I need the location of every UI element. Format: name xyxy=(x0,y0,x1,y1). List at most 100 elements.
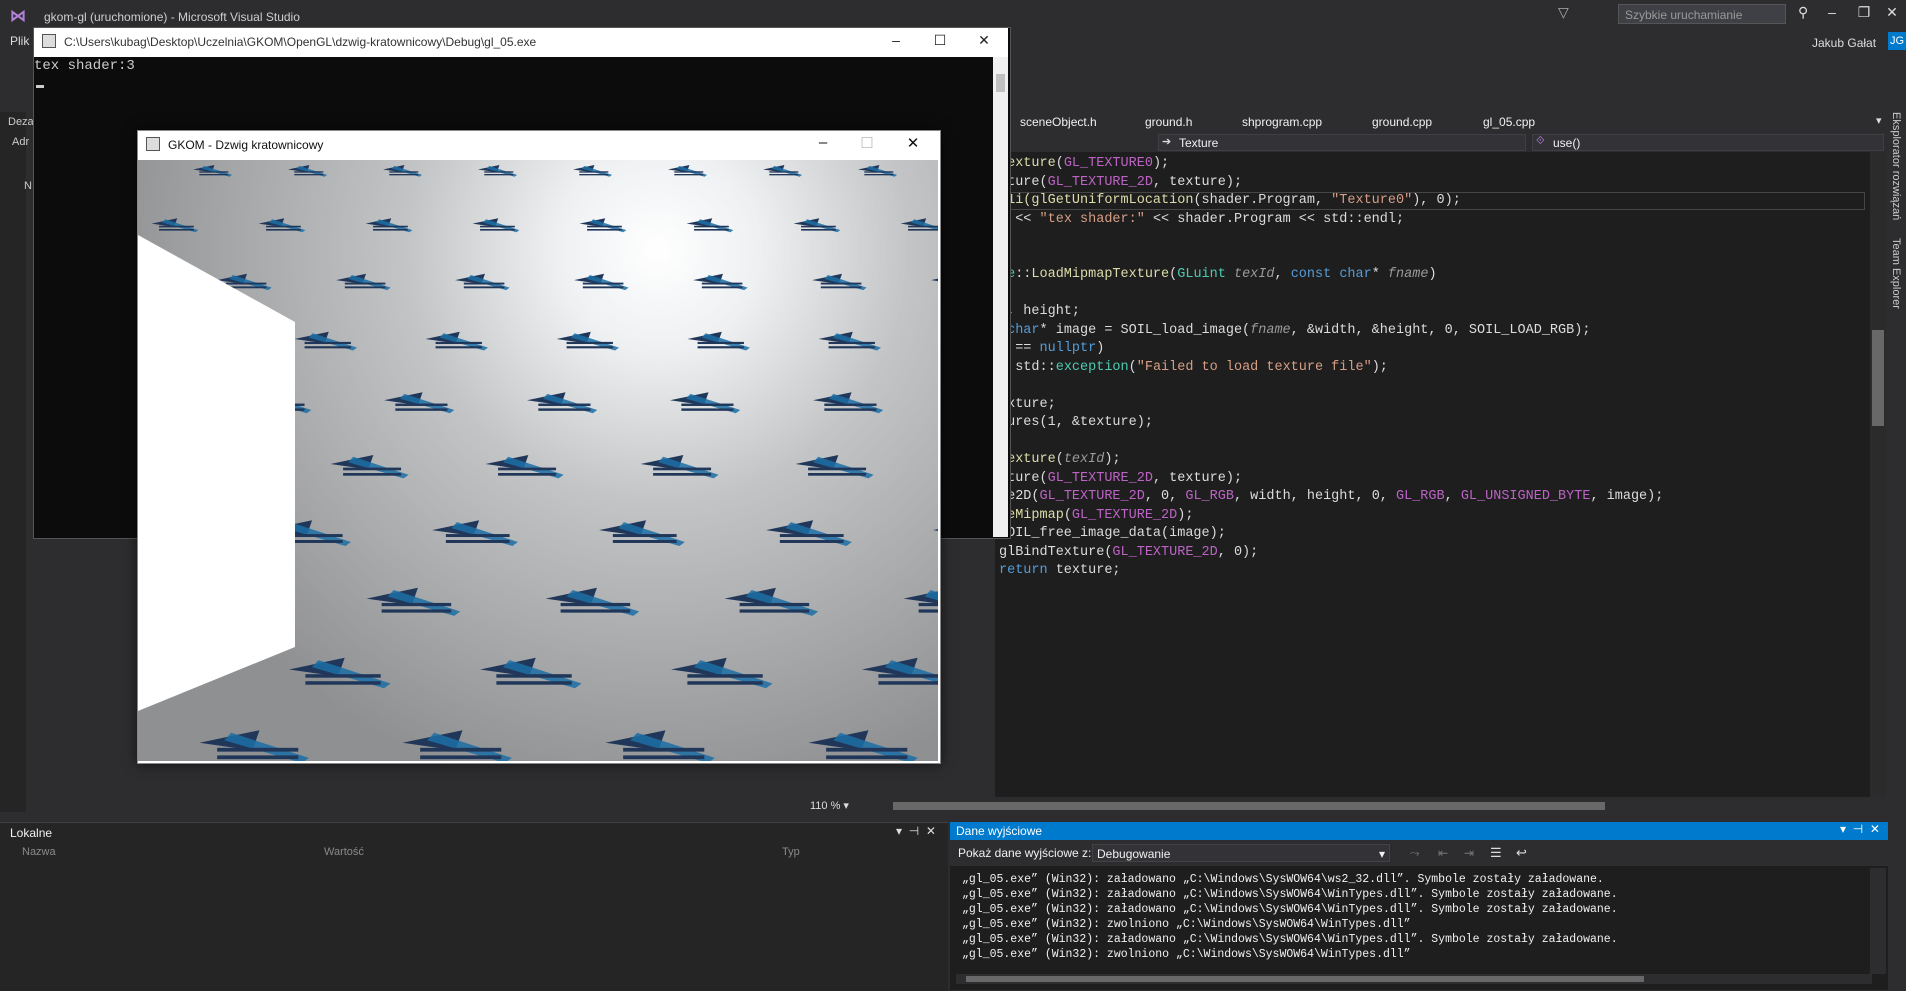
left-tab-label[interactable]: Deza xyxy=(8,116,34,128)
output-vertical-scrollbar[interactable] xyxy=(1870,868,1886,974)
console-scrollbar[interactable] xyxy=(993,57,1008,537)
code-token: , texture); xyxy=(1152,174,1243,190)
code-token: GL_UNSIGNED_BYTE xyxy=(1460,489,1591,504)
code-editor[interactable]: Texture(GL_TEXTURE0); xture(GL_TEXTURE_2D… xyxy=(995,152,1870,797)
visual-studio-logo-icon: ⋈ xyxy=(10,8,26,25)
maximize-icon[interactable]: ☐ xyxy=(926,32,954,49)
tab-sceneobject-h[interactable]: sceneObject.h xyxy=(1020,115,1097,129)
editor-vertical-scrollbar[interactable] xyxy=(1870,152,1886,797)
output-line: „gl_05.exe” (Win32): załadowano „C:\Wind… xyxy=(962,903,1618,916)
gl-window-title: GKOM - Dzwig kratownicowy xyxy=(168,138,324,152)
dropdown-icon[interactable]: ▾ xyxy=(1840,822,1846,836)
avatar[interactable]: JG xyxy=(1888,32,1906,50)
prev-icon[interactable]: ⇤ xyxy=(1438,846,1448,860)
code-token: "Failed to load texture file" xyxy=(1136,359,1372,375)
close-icon[interactable]: ✕ xyxy=(926,824,936,838)
output-horizontal-thumb[interactable] xyxy=(966,976,1644,982)
code-token: fname xyxy=(1250,322,1291,338)
code-token: tures(1, &texture); xyxy=(999,415,1153,430)
minimize-icon[interactable]: – xyxy=(882,32,910,48)
tab-shprogram-cpp[interactable]: shprogram.cpp xyxy=(1242,115,1322,129)
code-token: exception xyxy=(1055,359,1129,375)
code-token: , image); xyxy=(1590,489,1664,504)
code-line: SOIL_free_image_data(image); xyxy=(999,524,1869,543)
code-token: nullptr xyxy=(1039,341,1097,356)
output-line: „gl_05.exe” (Win32): załadowano „C:\Wind… xyxy=(962,888,1618,901)
code-token: ) xyxy=(1428,267,1437,282)
close-icon[interactable]: ✕ xyxy=(898,134,928,152)
code-line: char* image = SOIL_load_image(fname, &wi… xyxy=(999,321,1869,340)
console-title: C:\Users\kubag\Desktop\Uczelnia\GKOM\Ope… xyxy=(64,35,537,49)
minimize-icon[interactable]: – xyxy=(808,134,838,151)
window-title: gkom-gl (uruchomione) - Microsoft Visual… xyxy=(44,10,300,24)
left-panel-label: Adr xyxy=(12,136,30,148)
output-line: „gl_05.exe” (Win32): załadowano „C:\Wind… xyxy=(962,873,1604,886)
code-token: ( xyxy=(1055,452,1064,467)
close-icon[interactable]: ✕ xyxy=(970,32,998,49)
editor-scroll-thumb[interactable] xyxy=(1872,330,1884,426)
clear-all-icon[interactable]: ☰ xyxy=(1490,845,1502,861)
team-explorer-tab[interactable]: Team Explorer xyxy=(1890,238,1902,309)
code-token: GL_RGB xyxy=(1185,489,1234,504)
zoom-dropdown[interactable]: 110 % ▾ xyxy=(810,798,870,814)
opengl-render-canvas[interactable] xyxy=(138,160,938,761)
menu-file[interactable]: Plik xyxy=(10,34,29,48)
tab-gl05-cpp[interactable]: gl_05.cpp xyxy=(1483,115,1535,129)
code-token: glGetUniformLocation xyxy=(1031,193,1194,208)
editor-horizontal-scroll-thumb[interactable] xyxy=(893,802,1605,810)
code-token: texId xyxy=(1233,267,1275,282)
code-token: std:: xyxy=(1007,359,1056,375)
pin-icon[interactable]: ⊣ xyxy=(1853,822,1863,836)
code-token: return xyxy=(999,563,1048,578)
output-line: „gl_05.exe” (Win32): załadowano „C:\Wind… xyxy=(962,933,1618,946)
class-dropdown[interactable]: Texture xyxy=(1158,134,1526,151)
user-name[interactable]: Jakub Gałat xyxy=(1812,36,1876,50)
arrow-right-icon: ➔ xyxy=(1162,136,1172,148)
console-app-icon xyxy=(42,34,56,48)
code-token: :: xyxy=(1015,267,1032,282)
restore-icon[interactable]: ❐ xyxy=(1852,4,1876,21)
code-token: GL_TEXTURE_2D xyxy=(1112,544,1218,560)
code-token: texture; xyxy=(1047,563,1121,578)
next-icon[interactable]: ⇥ xyxy=(1464,846,1474,860)
tab-ground-h[interactable]: ground.h xyxy=(1145,115,1192,129)
tab-ground-cpp[interactable]: ground.cpp xyxy=(1372,115,1432,129)
pin-icon[interactable]: ⊣ xyxy=(909,824,919,838)
close-icon[interactable]: ✕ xyxy=(1880,4,1904,21)
quick-launch-input[interactable]: Szybkie uruchamianie (Ctrl+Q) xyxy=(1618,4,1786,42)
column-value[interactable]: Wartość xyxy=(324,846,364,858)
find-icon[interactable]: ⤳ xyxy=(1410,846,1420,861)
code-line: xture(GL_TEXTURE_2D, texture); xyxy=(999,173,1869,192)
code-token: const xyxy=(1290,267,1332,282)
column-name[interactable]: Nazwa xyxy=(22,846,56,858)
code-token: ( xyxy=(1063,507,1072,523)
console-scroll-thumb[interactable] xyxy=(996,74,1005,92)
code-token: "Texture0" xyxy=(1331,193,1413,208)
show-output-label: Pokaż dane wyjściowe z: xyxy=(958,846,1092,860)
code-line: xture(GL_TEXTURE_2D, texture); xyxy=(999,469,1869,488)
code-token: GL_TEXTURE_2D xyxy=(1047,174,1153,190)
code-token: , xyxy=(1274,267,1291,282)
output-title: Dane wyjściowe xyxy=(956,824,1043,838)
solution-explorer-tab[interactable]: Eksplorator rozwiązań xyxy=(1890,112,1902,220)
search-icon[interactable]: ⚲ xyxy=(1798,4,1808,21)
output-panel-controls[interactable]: ▾ ⊣ ✕ xyxy=(1840,822,1880,836)
member-dropdown[interactable]: use() xyxy=(1532,134,1884,151)
close-icon[interactable]: ✕ xyxy=(1870,822,1880,836)
left-panel-item[interactable]: N xyxy=(24,180,32,192)
code-line: exture; xyxy=(999,395,1869,414)
column-type[interactable]: Typ xyxy=(782,846,800,858)
panel-controls[interactable]: ▾ ⊣ ✕ xyxy=(896,824,936,838)
tab-overflow-icon[interactable]: ▾ xyxy=(1876,114,1882,127)
minimize-icon[interactable]: – xyxy=(1820,4,1844,20)
output-source-select[interactable]: Debugowanie ▾ xyxy=(1092,844,1390,862)
code-token: GL_RGB xyxy=(1396,489,1445,504)
word-wrap-icon[interactable]: ↩ xyxy=(1516,845,1527,861)
code-token: * xyxy=(1371,267,1388,282)
output-line: „gl_05.exe” (Win32): zwolniono „C:\Windo… xyxy=(962,948,1411,961)
dropdown-icon[interactable]: ▾ xyxy=(896,824,902,838)
code-line: ge2D(GL_TEXTURE_2D, 0, GL_RGB, width, he… xyxy=(999,487,1869,506)
filter-icon[interactable]: ▽ xyxy=(1558,4,1569,21)
